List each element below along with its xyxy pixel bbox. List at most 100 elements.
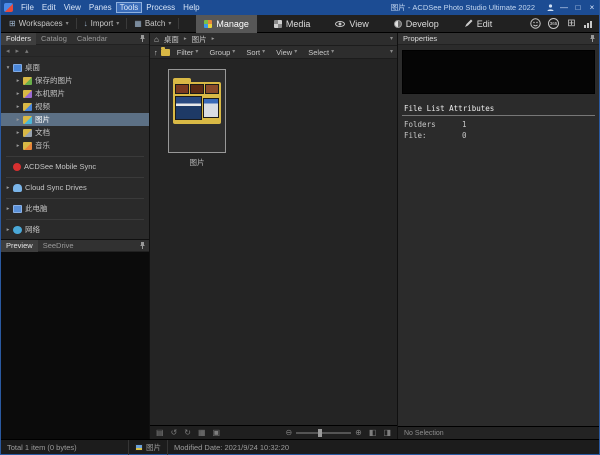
zoom-slider[interactable] <box>296 432 351 434</box>
breadcrumb-current[interactable]: 图片 <box>190 34 209 45</box>
breadcrumb-root[interactable]: 桌面 <box>162 34 181 45</box>
filter-button[interactable]: Filter ▾ <box>173 48 203 57</box>
view-mode-button[interactable]: View <box>327 15 376 33</box>
pin-icon[interactable] <box>139 241 146 250</box>
manage-mode-button[interactable]: Manage <box>196 15 257 33</box>
folder-thumbnail[interactable] <box>168 69 226 153</box>
tree-item-this-pc[interactable]: ▸ 此电脑 <box>1 202 149 215</box>
tab-seedrive[interactable]: SeeDrive <box>38 240 79 252</box>
sort-button[interactable]: Sort ▾ <box>242 48 269 57</box>
zoom-out-icon[interactable]: ⊖ <box>285 428 292 437</box>
toolbar-divider <box>126 18 127 29</box>
delete-icon[interactable]: ▦ <box>198 428 206 437</box>
zoom-in-icon[interactable]: ⊕ <box>355 428 362 437</box>
window-title: 图片 - ACDSee Photo Studio Ultimate 2022 <box>391 2 535 13</box>
tree-item-music[interactable]: ▸ 音乐 <box>1 139 149 152</box>
tab-folders[interactable]: Folders <box>1 33 36 45</box>
pin-icon[interactable] <box>139 34 146 43</box>
folder-tile[interactable]: 图片 <box>168 69 226 168</box>
expander-icon[interactable]: ▸ <box>14 104 22 110</box>
menu-tools[interactable]: Tools <box>116 2 143 13</box>
redo-icon[interactable]: ↻ <box>184 428 191 437</box>
up-level-icon[interactable]: ↑ <box>154 48 158 57</box>
menu-process[interactable]: Process <box>142 2 179 13</box>
tree-item-network[interactable]: ▸ 网络 <box>1 223 149 236</box>
menu-help[interactable]: Help <box>179 2 203 13</box>
menu-view[interactable]: View <box>60 2 85 13</box>
breadcrumb-dropdown-icon[interactable]: ▾ <box>390 36 393 42</box>
tree-item-pictures[interactable]: ▸ 图片 <box>1 113 149 126</box>
acdsee-365-icon[interactable]: 365 <box>548 18 559 29</box>
group-button[interactable]: Group ▾ <box>205 48 239 57</box>
forward-icon[interactable]: ▸ <box>16 47 20 55</box>
computer-icon <box>13 205 22 213</box>
select-label: Select <box>308 48 329 57</box>
pane-right-icon[interactable]: ◨ <box>383 428 391 437</box>
batch-button[interactable]: ▦ Batch ▾ <box>130 17 175 30</box>
tab-catalog[interactable]: Catalog <box>36 33 72 45</box>
expander-icon[interactable]: ▸ <box>4 206 12 212</box>
filterbar-more-icon[interactable]: ▾ <box>390 49 393 55</box>
view-button[interactable]: View ▾ <box>272 48 301 57</box>
tab-calendar[interactable]: Calendar <box>72 33 112 45</box>
expander-icon[interactable]: ▸ <box>14 117 22 123</box>
folder-icon[interactable] <box>161 49 170 56</box>
workspaces-button[interactable]: ⊞ Workspaces ▾ <box>5 17 73 30</box>
tree-item-desktop[interactable]: ▾ 桌面 <box>1 61 149 74</box>
file-list-area[interactable]: 图片 <box>150 59 397 425</box>
tab-preview[interactable]: Preview <box>1 240 38 252</box>
main-toolbar: ⊞ Workspaces ▾ ↓ Import ▾ ▦ Batch ▾ Mana… <box>1 15 599 33</box>
account-icon[interactable] <box>543 0 557 15</box>
expander-icon[interactable]: ▸ <box>4 227 12 233</box>
undo-icon[interactable]: ↺ <box>171 428 178 437</box>
expander-icon[interactable]: ▸ <box>14 130 22 136</box>
toolbar-divider <box>178 18 179 29</box>
back-icon[interactable]: ◂ <box>6 47 10 55</box>
tree-item-label: 本机照片 <box>35 88 65 99</box>
zoom-slider-thumb[interactable] <box>318 429 322 437</box>
expander-icon[interactable]: ▸ <box>14 91 22 97</box>
mode-switcher: Manage Media View Develop Edit <box>196 15 500 33</box>
pane-left-icon[interactable]: ◧ <box>369 428 377 437</box>
status-modified-date: Modified Date: 2021/9/24 10:32:20 <box>168 440 295 455</box>
expander-icon[interactable]: ▸ <box>14 78 22 84</box>
tree-item-saved-pictures[interactable]: ▸ 保存的图片 <box>1 74 149 87</box>
selection-status-bar: No Selection <box>398 426 599 439</box>
expander-icon[interactable]: ▾ <box>4 65 12 71</box>
develop-mode-button[interactable]: Develop <box>386 15 447 33</box>
pin-icon[interactable] <box>589 34 596 43</box>
close-button[interactable]: × <box>585 0 599 15</box>
menu-panes[interactable]: Panes <box>85 2 116 13</box>
thumb-photo <box>205 84 219 94</box>
select-button[interactable]: Select ▾ <box>304 48 338 57</box>
chevron-down-icon: ▾ <box>168 21 171 27</box>
tree-item-documents[interactable]: ▸ 文档 <box>1 126 149 139</box>
up-icon[interactable]: ▴ <box>25 47 29 55</box>
chevron-down-icon: ▾ <box>331 49 334 55</box>
file-browser-panel: ⌂ 桌面 ▸ 图片 ▸ ▾ ↑ Filter ▾ Group ▾ S <box>150 33 398 439</box>
attribute-key: File: <box>404 131 462 142</box>
community-face-icon[interactable] <box>530 18 541 29</box>
tree-item-label: 桌面 <box>25 62 40 73</box>
view-mode-icon[interactable]: ▤ <box>156 428 164 437</box>
minimize-button[interactable]: — <box>557 0 571 15</box>
dashboard-grid-icon[interactable]: ⊞ <box>566 18 577 29</box>
documents-folder-icon <box>23 129 32 137</box>
tree-item-local-photos[interactable]: ▸ 本机照片 <box>1 87 149 100</box>
edit-mode-button[interactable]: Edit <box>456 15 501 33</box>
tree-item-videos[interactable]: ▸ 视频 <box>1 100 149 113</box>
menu-edit[interactable]: Edit <box>38 2 60 13</box>
maximize-button[interactable]: □ <box>571 0 585 15</box>
expander-icon[interactable]: ▸ <box>14 143 22 149</box>
tree-divider <box>6 177 144 178</box>
tree-item-acdsee-mobile-sync[interactable]: ACDSee Mobile Sync <box>1 160 149 173</box>
signal-bars-icon[interactable] <box>584 20 592 28</box>
expander-icon[interactable]: ▸ <box>4 185 12 191</box>
media-mode-button[interactable]: Media <box>266 15 319 33</box>
tree-item-cloud-sync-drives[interactable]: ▸ Cloud Sync Drives <box>1 181 149 194</box>
list-view-icon[interactable]: ▣ <box>213 428 221 437</box>
import-button[interactable]: ↓ Import ▾ <box>80 17 124 30</box>
media-grid-icon <box>274 20 282 28</box>
home-icon[interactable]: ⌂ <box>154 35 159 44</box>
menu-file[interactable]: File <box>17 2 38 13</box>
